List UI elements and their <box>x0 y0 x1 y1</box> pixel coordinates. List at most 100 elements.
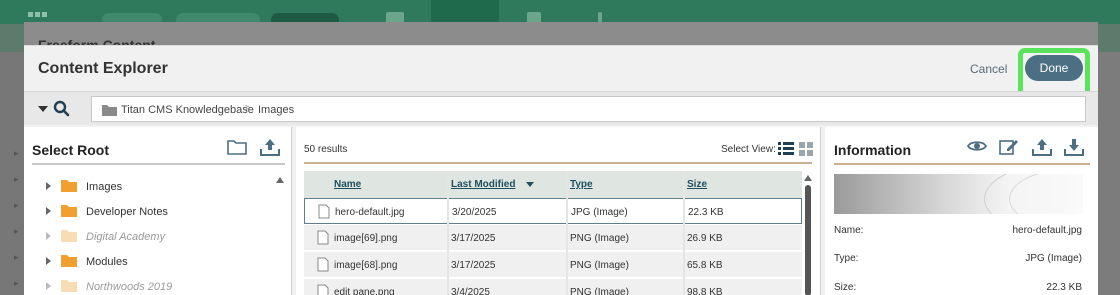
select-root-pane: Select Root Images Developer Notes Digit… <box>24 127 292 295</box>
info-value: hero-default.jpg <box>1012 225 1083 236</box>
column-header-last-modified[interactable]: Last Modified <box>451 179 515 190</box>
tree-item[interactable]: Modules <box>24 250 274 274</box>
table-row[interactable]: image[69].png 3/17/2025 PNG (Image) 26.9… <box>304 225 802 251</box>
info-key: Type: <box>834 253 859 264</box>
breadcrumb-root[interactable]: Titan CMS Knowledgebase <box>121 104 254 116</box>
cell-modified: 3/4/2025 <box>451 287 490 295</box>
explorer-toolbar: Titan CMS Knowledgebase > Images <box>24 91 1098 125</box>
cell-name: hero-default.jpg <box>335 207 405 218</box>
table-row[interactable]: hero-default.jpg 3/20/2025 JPG (Image) 2… <box>304 198 802 224</box>
tree-item[interactable]: Images <box>24 175 274 199</box>
divider <box>304 162 812 164</box>
divider <box>834 163 1090 165</box>
tree-item-label: Northwoods 2019 <box>86 281 173 293</box>
info-value: 22.3 KB <box>1046 282 1082 293</box>
cell-size: 22.3 KB <box>688 207 724 218</box>
expand-arrow-icon: ▸ <box>14 200 19 210</box>
cell-name: image[68].png <box>334 260 398 271</box>
search-icon[interactable] <box>53 100 71 118</box>
expand-arrow-icon: ▸ <box>14 252 19 262</box>
cell-type: PNG (Image) <box>570 287 629 295</box>
modal-title: Content Explorer <box>38 60 168 77</box>
tree-item[interactable]: Northwoods 2019 <box>24 275 274 295</box>
download-icon[interactable] <box>1064 138 1084 156</box>
expand-arrow-icon[interactable] <box>46 282 51 290</box>
cell-name: edit pane.png <box>334 287 395 295</box>
expand-arrow-icon: ▸ <box>14 226 19 236</box>
scroll-up-icon[interactable] <box>804 175 812 181</box>
upload-icon[interactable] <box>1032 138 1052 156</box>
column-divider <box>683 171 685 295</box>
column-header-name[interactable]: Name <box>334 179 361 190</box>
expand-arrow-icon: ▸ <box>14 148 19 158</box>
expand-arrow-icon: ▸ <box>14 174 19 184</box>
edit-tool-active[interactable] <box>431 0 499 24</box>
cell-type: PNG (Image) <box>570 260 629 271</box>
divider <box>32 163 285 165</box>
expand-arrow-icon[interactable] <box>46 257 51 265</box>
column-header-size[interactable]: Size <box>687 179 707 190</box>
column-divider <box>447 171 449 295</box>
info-key: Size: <box>834 282 857 293</box>
scroll-up-icon[interactable] <box>276 177 284 183</box>
edit-icon[interactable] <box>999 138 1019 156</box>
breadcrumb: Titan CMS Knowledgebase > Images <box>91 96 1086 122</box>
tree-item[interactable]: Developer Notes <box>24 200 274 224</box>
content-explorer-modal: Content Explorer Cancel Done Titan CMS K… <box>24 45 1098 295</box>
file-list-pane: 50 results Select View: Name Last Modifi… <box>296 127 821 295</box>
cell-modified: 3/20/2025 <box>452 207 497 218</box>
select-view-label: Select View: <box>721 144 776 155</box>
info-row-size: Size: 22.3 KB <box>834 282 1082 295</box>
tree-item-label: Modules <box>86 256 128 268</box>
modal-header: Content Explorer Cancel Done <box>24 46 1098 102</box>
background-right-strip <box>1098 52 1120 295</box>
upload-icon[interactable] <box>260 138 280 156</box>
info-value: JPG (Image) <box>1025 253 1082 264</box>
table-row[interactable]: image[68].png 3/17/2025 PNG (Image) 65.8… <box>304 252 802 278</box>
cell-type: JPG (Image) <box>571 207 628 218</box>
file-icon <box>317 284 329 295</box>
preview-eye-icon[interactable] <box>967 138 987 154</box>
folder-icon <box>61 180 77 192</box>
cell-size: 26.9 KB <box>687 233 723 244</box>
tree-item-label: Developer Notes <box>86 206 168 218</box>
scrollbar-thumb[interactable] <box>805 185 811 295</box>
image-thumbnail <box>834 174 1083 214</box>
cell-size: 65.8 KB <box>687 260 723 271</box>
tree-item-label: Digital Academy <box>86 231 166 243</box>
cancel-button[interactable]: Cancel <box>970 62 1007 76</box>
file-icon <box>318 204 330 219</box>
info-row-name: Name: hero-default.jpg <box>834 225 1082 245</box>
information-pane: Information Name: hero-default.jpg Type:… <box>825 127 1098 295</box>
app-topbar <box>0 0 1120 27</box>
column-header-type[interactable]: Type <box>570 179 593 190</box>
results-count: 50 results <box>304 144 348 155</box>
column-divider <box>566 171 568 295</box>
tree-item[interactable]: Digital Academy <box>24 225 274 249</box>
cell-name: image[69].png <box>334 233 398 244</box>
info-key: Name: <box>834 225 864 236</box>
apps-grid-icon[interactable] <box>28 12 48 22</box>
info-row-type: Type: JPG (Image) <box>834 253 1082 273</box>
new-folder-icon[interactable] <box>227 139 247 155</box>
sort-descending-icon[interactable] <box>526 182 534 187</box>
expand-arrow-icon[interactable] <box>46 232 51 240</box>
expand-arrow-icon[interactable] <box>46 182 51 190</box>
folder-icon <box>61 255 77 267</box>
list-view-icon[interactable] <box>778 142 794 156</box>
cell-size: 98.8 KB <box>687 287 723 295</box>
expand-arrow-icon[interactable] <box>46 207 51 215</box>
filter-dropdown-icon[interactable] <box>38 106 48 112</box>
grid-view-icon[interactable] <box>799 142 813 156</box>
select-root-title: Select Root <box>32 142 110 158</box>
table-header: Name Last Modified Type Size <box>304 171 802 198</box>
information-title: Information <box>834 142 911 158</box>
table-row[interactable]: edit pane.png 3/4/2025 PNG (Image) 98.8 … <box>304 279 802 295</box>
tree-item-label: Images <box>86 181 123 193</box>
file-icon <box>317 257 329 272</box>
expand-arrow-icon: ▸ <box>14 278 19 288</box>
cell-modified: 3/17/2025 <box>451 260 496 271</box>
breadcrumb-current[interactable]: Images <box>258 104 294 116</box>
thumbnail-swoosh <box>1009 174 1083 214</box>
folder-icon <box>61 230 77 242</box>
